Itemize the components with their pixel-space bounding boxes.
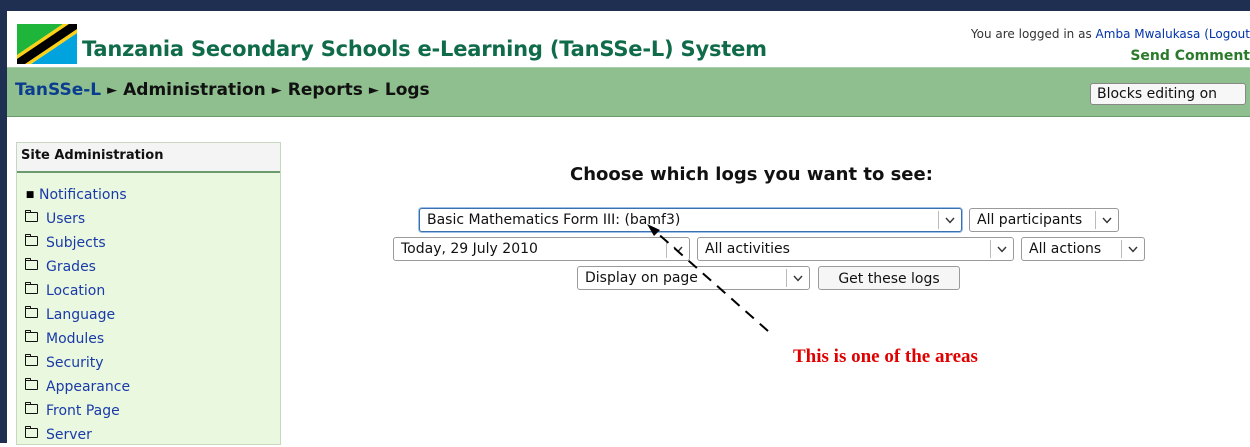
sidebar-item-label: Modules (46, 331, 105, 347)
sidebar-item-grades[interactable]: Grades (25, 255, 130, 279)
sidebar-item-label: Users (46, 211, 86, 227)
navbar: TanSSe-L ► Administration ► Reports ► Logs Blo… (7, 67, 1250, 117)
breadcrumb-administration-link[interactable]: Administration (123, 80, 266, 100)
date-select-value: Today, 29 July 2010 (401, 241, 538, 257)
send-comment-link[interactable]: Send Comment (1130, 48, 1250, 64)
logs-heading: Choose which logs you want to see: (570, 164, 933, 185)
login-prefix: You are logged in as (970, 27, 1092, 41)
chevron-down-icon (786, 269, 809, 287)
folder-icon (25, 402, 38, 414)
date-select[interactable]: Today, 29 July 2010 (393, 237, 690, 261)
folder-icon (25, 234, 38, 246)
sidebar-item-label: Grades (46, 259, 96, 275)
window-frame-left (0, 0, 7, 443)
folder-icon (25, 426, 38, 438)
chevron-down-icon (1095, 211, 1118, 229)
breadcrumb-home-link[interactable]: TanSSe-L (15, 80, 101, 100)
sidebar-item-users[interactable]: Users (25, 207, 130, 231)
breadcrumb-reports-link[interactable]: Reports (288, 80, 363, 100)
breadcrumb: TanSSe-L ► Administration ► Reports ► Logs (15, 80, 430, 100)
sidebar-item-label: Subjects (46, 235, 106, 251)
site-title[interactable]: Tanzania Secondary Schools e-Learning (T… (82, 37, 767, 61)
chevron-down-icon (1121, 240, 1144, 258)
sidebar-item-location[interactable]: Location (25, 279, 130, 303)
sidebar-item-notifications[interactable]: ■ Notifications (25, 183, 130, 207)
folder-icon (25, 378, 38, 390)
folder-icon (25, 306, 38, 318)
sidebar-item-security[interactable]: Security (25, 351, 130, 375)
annotation-text: This is one of the areas (793, 346, 978, 367)
participants-select[interactable]: All participants (969, 208, 1119, 232)
sidebar-item-label: Notifications (39, 187, 127, 203)
user-name-link[interactable]: Amba Mwalukasa (1096, 27, 1201, 41)
sidebar-item-language[interactable]: Language (25, 303, 130, 327)
tanzania-flag-icon (17, 24, 77, 64)
display-select[interactable]: Display on page (577, 266, 810, 290)
sidebar-list: ■ Notifications Users Subjects Grades Loc… (25, 183, 130, 447)
blocks-editing-on-button[interactable]: Blocks editing on (1090, 83, 1246, 105)
breadcrumb-separator: ► (368, 83, 379, 98)
site-administration-block: Site Administration ■ Notifications Users… (16, 142, 281, 445)
participants-select-value: All participants (977, 212, 1083, 228)
course-select-value: Basic Mathematics Form III: (bamf3) (427, 212, 681, 228)
sidebar-item-front-page[interactable]: Front Page (25, 399, 130, 423)
activities-select-value: All activities (705, 241, 790, 257)
sidebar-item-label: Server (46, 427, 92, 443)
folder-icon (25, 210, 38, 222)
activities-select[interactable]: All activities (697, 237, 1014, 261)
sidebar-title: Site Administration (17, 143, 280, 173)
actions-select-value: All actions (1029, 241, 1102, 257)
sidebar-item-label: Location (46, 283, 106, 299)
sidebar-item-label: Front Page (46, 403, 120, 419)
bullet-icon: ■ (25, 190, 35, 200)
folder-icon (25, 330, 38, 342)
breadcrumb-separator: ► (271, 83, 282, 98)
chevron-down-icon (666, 240, 689, 258)
chevron-down-icon (990, 240, 1013, 258)
sidebar-item-appearance[interactable]: Appearance (25, 375, 130, 399)
course-select[interactable]: Basic Mathematics Form III: (bamf3) (419, 208, 962, 232)
breadcrumb-current-page: Logs (384, 80, 430, 100)
actions-select[interactable]: All actions (1021, 237, 1145, 261)
sidebar-item-label: Security (46, 355, 104, 371)
sidebar-item-label: Appearance (46, 379, 131, 395)
login-info: You are logged in as Amba Mwalukasa (Log… (971, 27, 1250, 41)
sidebar-item-modules[interactable]: Modules (25, 327, 130, 351)
get-these-logs-button[interactable]: Get these logs (818, 266, 960, 290)
folder-icon (25, 354, 38, 366)
breadcrumb-separator: ► (107, 83, 118, 98)
sidebar-item-label: Language (46, 307, 116, 323)
sidebar-item-server[interactable]: Server (25, 423, 130, 447)
chevron-down-icon (938, 211, 961, 229)
logout-link[interactable]: (Logout (1204, 27, 1250, 41)
site-header: Tanzania Secondary Schools e-Learning (T… (7, 11, 1250, 67)
display-select-value: Display on page (585, 270, 698, 286)
folder-icon (25, 258, 38, 270)
folder-icon (25, 282, 38, 294)
sidebar-item-subjects[interactable]: Subjects (25, 231, 130, 255)
window-frame-top (0, 0, 1250, 11)
